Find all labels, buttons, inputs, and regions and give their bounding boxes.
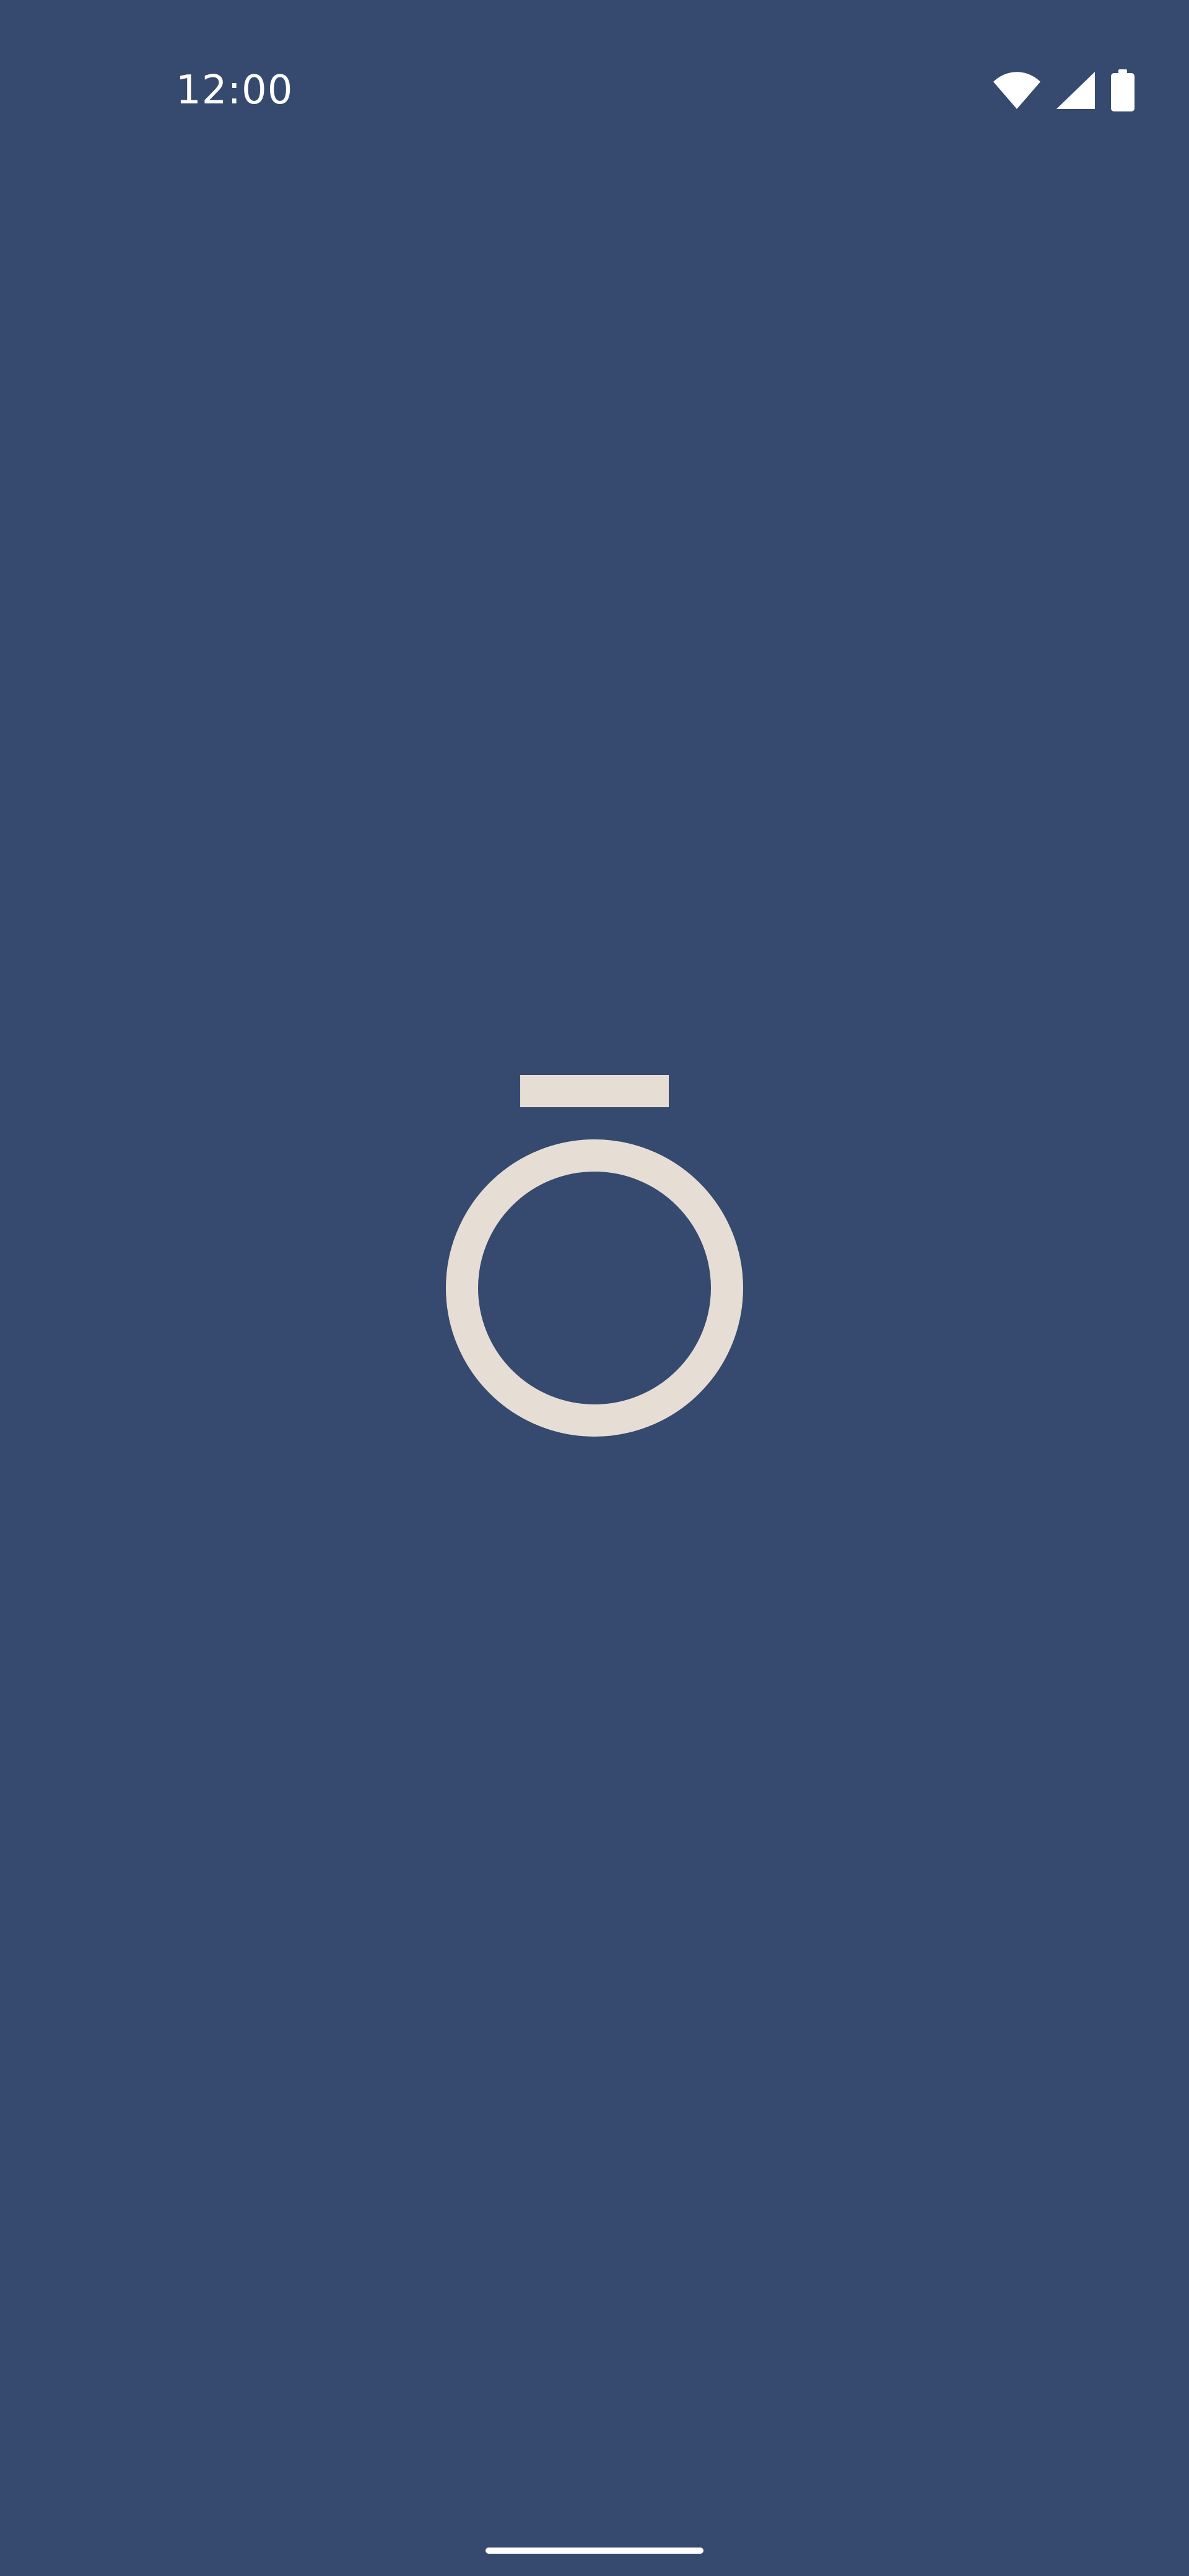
cellular-signal-icon [1056,72,1095,109]
status-icons [993,69,1135,111]
macron-o-logo-icon [446,1075,743,1437]
home-indicator[interactable] [486,2548,703,2554]
wifi-icon [993,72,1040,109]
status-bar: 12:00 [0,0,1189,186]
battery-icon [1111,69,1135,111]
status-time: 12:00 [176,67,294,113]
